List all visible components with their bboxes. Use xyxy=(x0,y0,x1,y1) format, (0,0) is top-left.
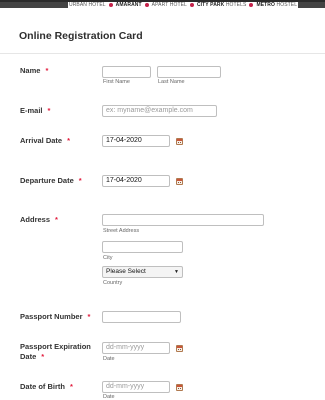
required-asterisk: * xyxy=(45,66,49,75)
required-asterisk: * xyxy=(70,382,73,391)
brand-metro-hostel: METRO HOSTEL xyxy=(256,2,298,8)
required-asterisk: * xyxy=(67,136,71,145)
name-label: Name * xyxy=(20,66,49,75)
title-divider xyxy=(0,53,325,54)
brand-strip-right-fill xyxy=(298,2,325,8)
required-asterisk: * xyxy=(41,352,45,361)
email-field[interactable]: ex: myname@example.com xyxy=(102,105,217,117)
calendar-icon[interactable] xyxy=(176,345,183,352)
first-name-input[interactable] xyxy=(102,66,151,78)
brand-urban-hotel: URBAN HOTEL xyxy=(69,2,106,8)
street-address-sublabel: Street Address xyxy=(103,228,140,234)
passport-expiration-input[interactable]: dd-mm-yyyy xyxy=(102,342,170,354)
date-of-birth-sublabel: Date xyxy=(103,394,115,400)
date-of-birth-label: Date of Birth * xyxy=(20,382,73,391)
required-asterisk: * xyxy=(78,176,82,185)
calendar-icon[interactable] xyxy=(176,384,183,391)
calendar-icon[interactable] xyxy=(176,178,183,185)
brand-strip-left-fill xyxy=(0,2,68,8)
last-name-sublabel: Last Name xyxy=(158,79,185,85)
brand-apart-hotel: APART HOTEL xyxy=(151,2,187,8)
page-title: Online Registration Card xyxy=(19,30,143,42)
caret-down-icon: ▼ xyxy=(174,269,179,275)
brand-dot xyxy=(249,3,254,7)
street-address-input[interactable] xyxy=(102,214,264,226)
date-of-birth-input[interactable]: dd-mm-yyyy xyxy=(102,381,170,393)
brand-city-park: CITY PARK HOTELS xyxy=(196,2,247,8)
passport-expiration-label: Passport Expiration Date * xyxy=(20,342,91,361)
required-asterisk: * xyxy=(47,106,51,115)
brand-dot xyxy=(144,3,149,7)
country-select-value: Please Select xyxy=(106,268,146,275)
brand-dot xyxy=(108,3,113,7)
brand-amarant: AMARANT xyxy=(115,2,142,8)
first-name-sublabel: First Name xyxy=(103,79,130,85)
city-sublabel: City xyxy=(103,255,113,261)
last-name-input[interactable] xyxy=(157,66,221,78)
city-input[interactable] xyxy=(102,241,183,253)
arrival-date-label: Arrival Date * xyxy=(20,136,71,145)
country-sublabel: Country xyxy=(103,280,123,286)
country-select[interactable]: Please Select ▼ xyxy=(102,266,183,278)
passport-number-input[interactable] xyxy=(102,311,181,323)
address-label: Address * xyxy=(20,215,58,224)
brand-dot xyxy=(189,3,194,7)
email-label: E-mail * xyxy=(20,106,51,115)
departure-date-label: Departure Date * xyxy=(20,176,82,185)
required-asterisk: * xyxy=(87,312,91,321)
passport-number-label: Passport Number * xyxy=(20,312,91,321)
brand-strip: URBAN HOTEL AMARANT APART HOTEL CITY PAR… xyxy=(0,2,325,8)
arrival-date-input[interactable]: 17-04-2020 xyxy=(102,135,170,147)
calendar-icon[interactable] xyxy=(176,138,183,145)
departure-date-input[interactable]: 17-04-2020 xyxy=(102,175,170,187)
required-asterisk: * xyxy=(55,215,58,224)
brand-bar: URBAN HOTEL AMARANT APART HOTEL CITY PAR… xyxy=(0,0,325,9)
passport-expiration-sublabel: Date xyxy=(103,356,115,362)
